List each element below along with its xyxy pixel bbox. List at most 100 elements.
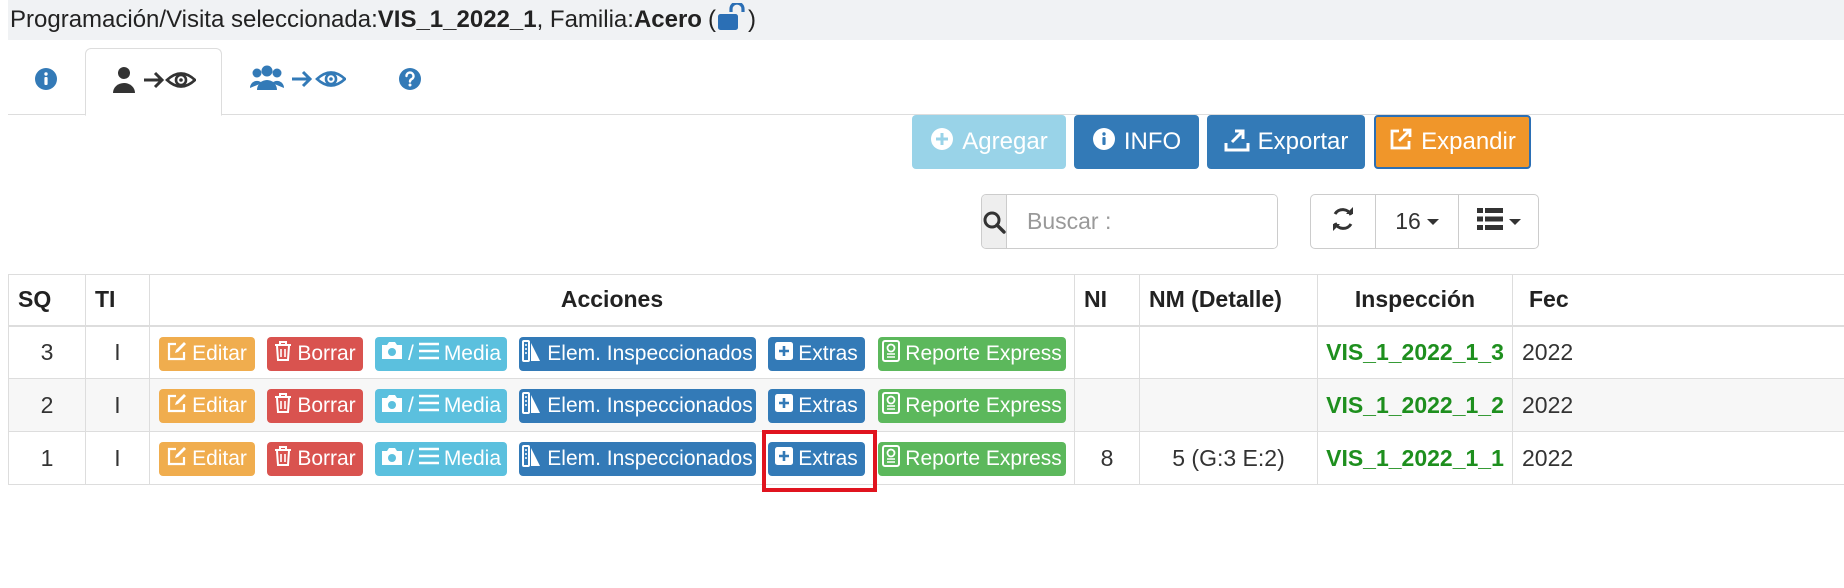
- cell-ni: [1074, 325, 1140, 379]
- export-button-label: Exportar: [1257, 128, 1349, 155]
- cell-sq: 2: [8, 378, 86, 432]
- user-arrow-eye-icon: [112, 65, 197, 100]
- col-header-sq[interactable]: SQ: [8, 274, 86, 327]
- columns-dropdown[interactable]: [1458, 195, 1538, 248]
- export-icon: [1224, 126, 1250, 159]
- trash-icon: [274, 393, 292, 419]
- search-icon[interactable]: [982, 195, 1007, 248]
- trash-icon: [274, 446, 292, 472]
- info-button[interactable]: INFO: [1074, 115, 1199, 169]
- cell-sq: 3: [8, 325, 86, 379]
- inspected-elements-button[interactable]: Elem. Inspeccionados: [519, 389, 756, 423]
- cell-actions: Editar Borrar / Media Elem. Inspeccionad…: [149, 431, 1075, 485]
- expand-button[interactable]: Expandir: [1374, 115, 1531, 169]
- express-report-label: Reporte Express: [905, 447, 1062, 470]
- edit-button[interactable]: Editar: [159, 336, 255, 371]
- paren-open: (: [707, 6, 716, 33]
- visit-label: Programación/Visita seleccionada:: [10, 6, 378, 33]
- cell-ni: 8: [1074, 431, 1140, 485]
- table-tools: 16: [1310, 194, 1539, 249]
- delete-button[interactable]: Borrar: [267, 389, 363, 423]
- media-button[interactable]: / Media: [375, 442, 507, 476]
- express-report-button[interactable]: Reporte Express: [878, 389, 1066, 423]
- delete-button[interactable]: Borrar: [267, 336, 363, 371]
- cell-nm: [1139, 325, 1318, 379]
- report-icon: [882, 339, 901, 368]
- trash-icon: [274, 340, 292, 367]
- tab-bar: [8, 48, 1844, 116]
- delete-button[interactable]: Borrar: [267, 442, 363, 476]
- report-icon: [882, 392, 901, 420]
- extras-label: Extras: [798, 341, 858, 365]
- tab-users-view[interactable]: [238, 48, 358, 115]
- inspected-elements-button[interactable]: Elem. Inspeccionados: [519, 336, 756, 371]
- chevron-down-icon: [1426, 218, 1439, 225]
- add-button[interactable]: Agregar: [912, 115, 1066, 169]
- extras-button[interactable]: Extras: [768, 442, 865, 476]
- edit-label: Editar: [192, 447, 247, 470]
- media-separator: /: [407, 341, 414, 365]
- edit-label: Editar: [192, 341, 247, 365]
- media-button[interactable]: / Media: [375, 336, 507, 371]
- cell-ti: I: [85, 325, 150, 379]
- users-arrow-eye-icon: [249, 64, 347, 99]
- cell-fecha: 2022: [1512, 378, 1844, 432]
- media-label: Media: [443, 447, 502, 470]
- cell-inspeccion[interactable]: VIS_1_2022_1_3: [1317, 325, 1513, 379]
- info-circle-icon: [34, 67, 58, 96]
- inspected-elements-button[interactable]: Elem. Inspeccionados: [519, 442, 756, 476]
- inspected-elements-label: Elem. Inspeccionados: [547, 341, 753, 365]
- inspected-elements-label: Elem. Inspeccionados: [547, 447, 753, 470]
- tab-help[interactable]: [374, 48, 446, 115]
- refresh-button[interactable]: [1311, 195, 1375, 248]
- media-button[interactable]: / Media: [375, 389, 507, 423]
- tab-user-view[interactable]: [85, 48, 222, 116]
- chevron-down-icon: [1508, 218, 1521, 225]
- list-icon: [418, 342, 439, 366]
- col-header-nm[interactable]: NM (Detalle): [1139, 274, 1318, 327]
- elements-icon: [522, 392, 542, 420]
- plus-circle-icon: [930, 127, 954, 158]
- col-header-inspeccion[interactable]: Inspección: [1317, 274, 1513, 327]
- cell-actions: Editar Borrar / Media Elem. Inspeccionad…: [149, 378, 1075, 432]
- unlock-icon[interactable]: [717, 0, 747, 38]
- express-report-button[interactable]: Reporte Express: [878, 442, 1066, 476]
- external-link-icon: [1389, 127, 1413, 158]
- edit-label: Editar: [192, 394, 247, 417]
- search-group: [981, 194, 1278, 249]
- table-row: 3 I Editar Borrar / Media Elem. Inspecci…: [8, 325, 1844, 379]
- visit-code: VIS_1_2022_1: [377, 6, 537, 33]
- elements-icon: [522, 445, 542, 473]
- express-report-button[interactable]: Reporte Express: [878, 336, 1066, 371]
- inspection-link[interactable]: VIS_1_2022_1_1: [1326, 445, 1504, 471]
- extras-button[interactable]: Extras: [768, 336, 865, 371]
- tab-info[interactable]: [8, 48, 84, 115]
- extras-button[interactable]: Extras: [768, 389, 865, 423]
- express-report-label: Reporte Express: [905, 341, 1062, 365]
- inspection-link[interactable]: VIS_1_2022_1_3: [1326, 339, 1504, 365]
- col-header-ni[interactable]: NI: [1074, 274, 1140, 327]
- cell-nm: 5 (G:3 E:2): [1139, 431, 1318, 485]
- cell-inspeccion[interactable]: VIS_1_2022_1_2: [1317, 378, 1513, 432]
- cell-sq: 1: [8, 431, 86, 485]
- camera-icon: [381, 341, 403, 366]
- inspection-link[interactable]: VIS_1_2022_1_2: [1326, 392, 1504, 418]
- search-input[interactable]: [1007, 195, 1277, 248]
- cell-inspeccion[interactable]: VIS_1_2022_1_1: [1317, 431, 1513, 485]
- col-header-acciones: Acciones: [149, 274, 1075, 327]
- page-size-dropdown[interactable]: 16: [1375, 195, 1458, 248]
- selected-visit-bar: Programación/Visita seleccionada: VIS_1_…: [8, 0, 1844, 40]
- info-circle-icon: [1092, 127, 1116, 158]
- plus-square-icon: [775, 341, 794, 366]
- inspections-table: SQ TI Acciones NI NM (Detalle) Inspecció…: [8, 274, 1844, 485]
- cell-fecha: 2022: [1512, 325, 1844, 379]
- list-icon: [1476, 207, 1503, 236]
- page-size-value: 16: [1395, 208, 1421, 234]
- col-header-ti[interactable]: TI: [85, 274, 150, 327]
- delete-label: Borrar: [297, 394, 356, 417]
- col-header-fecha[interactable]: Fec: [1512, 274, 1844, 327]
- edit-button[interactable]: Editar: [159, 389, 255, 423]
- export-button[interactable]: Exportar: [1207, 115, 1365, 169]
- edit-button[interactable]: Editar: [159, 442, 255, 476]
- question-circle-icon: [398, 67, 422, 96]
